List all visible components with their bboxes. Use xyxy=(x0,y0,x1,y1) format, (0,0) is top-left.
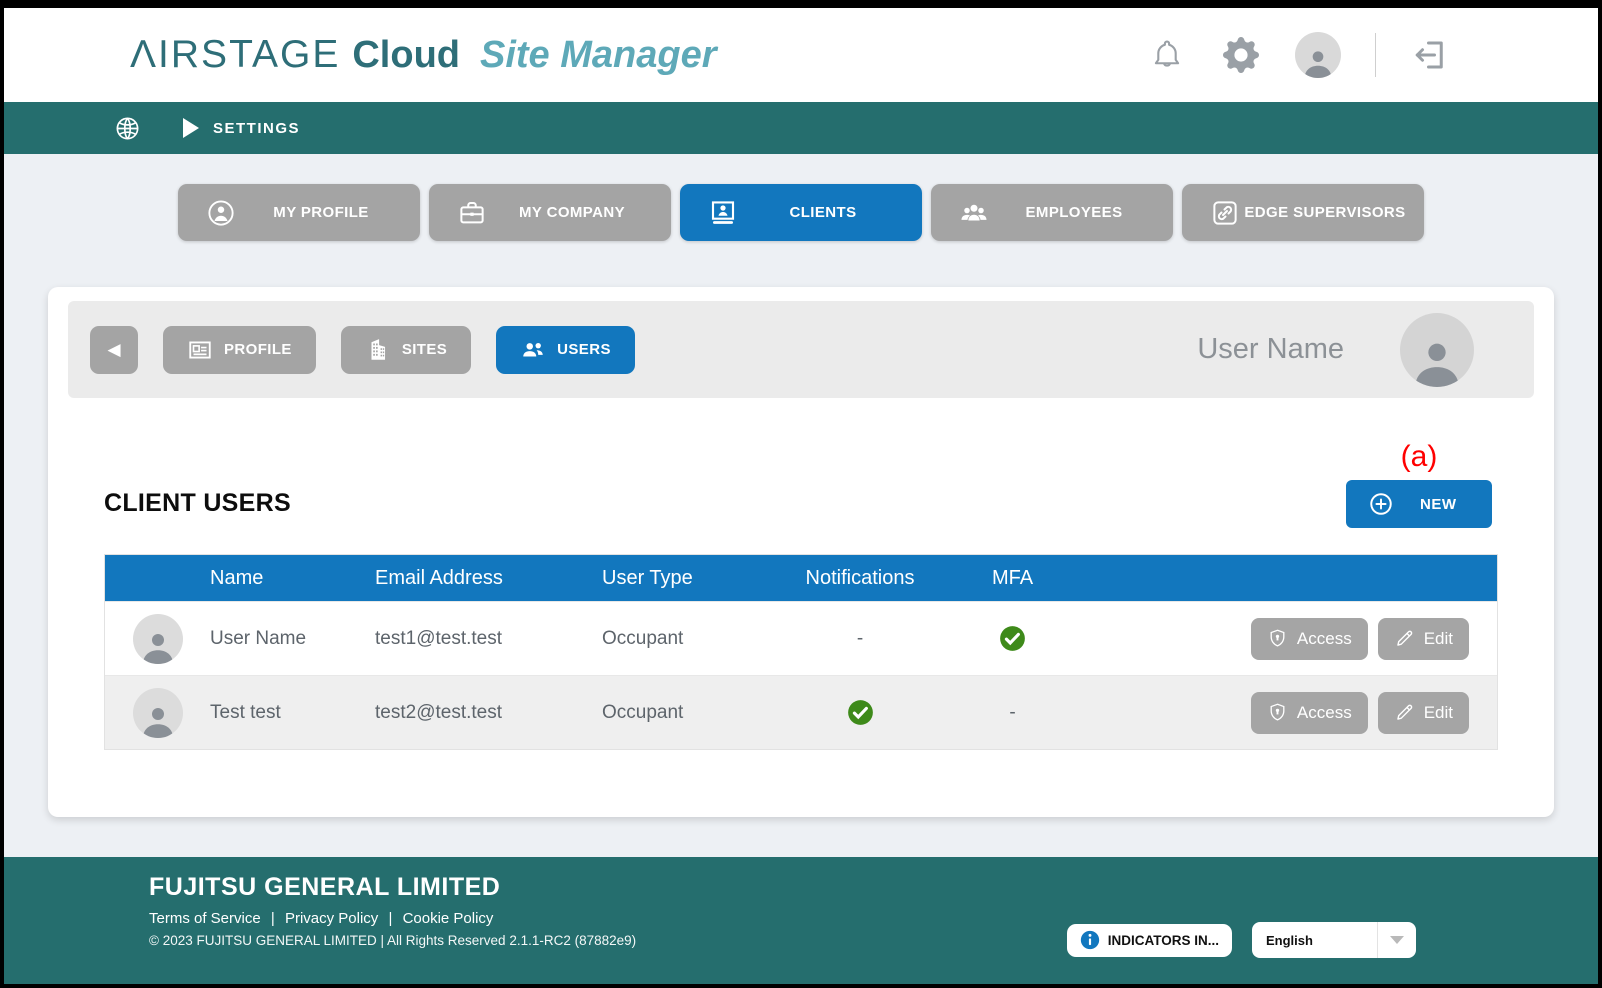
col-header-name: Name xyxy=(210,567,375,590)
cell-mfa xyxy=(960,625,1065,652)
cell-notifications xyxy=(760,699,960,726)
footer: FUJITSU GENERAL LIMITED Terms of Service… xyxy=(4,857,1598,984)
info-icon xyxy=(1080,930,1100,950)
back-arrow-icon: ◀ xyxy=(107,340,120,360)
app-window: ΛIRSTAGE Cloud Site Manager xyxy=(0,0,1602,988)
subtab-users[interactable]: USERS xyxy=(496,326,635,374)
gear-icon[interactable] xyxy=(1221,35,1261,75)
cell-email: test1@test.test xyxy=(375,628,602,650)
client-name: User Name xyxy=(1197,333,1344,366)
link-separator: | xyxy=(388,910,392,927)
new-button[interactable]: NEW xyxy=(1346,480,1492,528)
language-select[interactable]: English xyxy=(1252,922,1416,958)
edge-link-icon xyxy=(1210,198,1240,228)
table-body: User Name test1@test.test Occupant - Acc… xyxy=(105,601,1497,749)
main-area: MY PROFILE MY COMPANY CLIENTS xyxy=(4,154,1598,857)
link-separator: | xyxy=(271,910,275,927)
footer-link[interactable]: Cookie Policy xyxy=(403,910,494,927)
client-subtab-bar: ◀ PROFILE xyxy=(68,301,1534,398)
plus-circle-icon xyxy=(1368,491,1394,517)
building-icon xyxy=(365,337,391,363)
briefcase-icon xyxy=(457,198,487,228)
pencil-icon xyxy=(1394,702,1415,723)
header-divider xyxy=(1375,33,1376,77)
cell-mfa: - xyxy=(960,702,1065,724)
tab-clients[interactable]: CLIENTS xyxy=(680,184,922,241)
tab-edge-supervisors[interactable]: EDGE SUPERVISORS xyxy=(1182,184,1424,241)
tab-my-company[interactable]: MY COMPANY xyxy=(429,184,671,241)
col-header-notifications: Notifications xyxy=(760,567,960,590)
clients-card: ◀ PROFILE xyxy=(48,287,1554,817)
indicators-button[interactable]: INDICATORS IN... xyxy=(1067,924,1232,957)
breadcrumb-arrow-icon xyxy=(183,118,199,138)
chevron-down-icon xyxy=(1378,936,1416,944)
access-button[interactable]: Access xyxy=(1251,692,1368,734)
row-avatar xyxy=(133,614,183,664)
footer-link[interactable]: Privacy Policy xyxy=(285,910,378,927)
top-header: ΛIRSTAGE Cloud Site Manager xyxy=(4,8,1598,102)
check-circle-icon xyxy=(847,699,874,726)
client-users-table: Name Email Address User Type Notificatio… xyxy=(104,554,1498,750)
people-group-icon xyxy=(959,198,989,228)
client-avatar xyxy=(1400,313,1474,387)
check-circle-icon xyxy=(999,625,1026,652)
id-card-icon xyxy=(187,337,213,363)
logout-icon[interactable] xyxy=(1410,35,1450,75)
language-selected: English xyxy=(1252,933,1377,948)
cell-name: User Name xyxy=(210,628,375,650)
subtab-profile[interactable]: PROFILE xyxy=(163,326,316,374)
settings-tabs: MY PROFILE MY COMPANY CLIENTS xyxy=(4,184,1598,241)
col-header-mfa: MFA xyxy=(960,567,1065,590)
cell-name: Test test xyxy=(210,702,375,724)
logo-cloud: Cloud xyxy=(352,34,460,77)
shield-lock-icon xyxy=(1267,628,1288,649)
edit-button[interactable]: Edit xyxy=(1378,692,1469,734)
logo-site-manager: Site Manager xyxy=(480,34,717,77)
table-row: User Name test1@test.test Occupant - Acc… xyxy=(105,601,1497,675)
app-logo: ΛIRSTAGE Cloud Site Manager xyxy=(130,33,717,77)
edit-button[interactable]: Edit xyxy=(1378,618,1469,660)
logo-airstage: ΛIRSTAGE xyxy=(130,33,340,77)
bell-icon[interactable] xyxy=(1147,35,1187,75)
col-header-email: Email Address xyxy=(375,567,602,590)
footer-link[interactable]: Terms of Service xyxy=(149,910,261,927)
col-header-user-type: User Type xyxy=(602,567,760,590)
back-button[interactable]: ◀ xyxy=(90,326,138,374)
tab-my-profile[interactable]: MY PROFILE xyxy=(178,184,420,241)
table-header-row: Name Email Address User Type Notificatio… xyxy=(105,555,1497,601)
cell-email: test2@test.test xyxy=(375,702,602,724)
pencil-icon xyxy=(1394,628,1415,649)
settings-breadcrumb-bar: SETTINGS xyxy=(4,102,1598,154)
tab-employees[interactable]: EMPLOYEES xyxy=(931,184,1173,241)
page-title: CLIENT USERS xyxy=(104,489,291,528)
client-badge-icon xyxy=(708,198,738,228)
user-avatar-icon[interactable] xyxy=(1295,32,1341,78)
globe-icon[interactable] xyxy=(114,115,141,142)
person-circle-icon xyxy=(206,198,236,228)
cell-user-type: Occupant xyxy=(602,702,760,724)
breadcrumb-settings: SETTINGS xyxy=(213,120,300,137)
access-button[interactable]: Access xyxy=(1251,618,1368,660)
row-avatar xyxy=(133,688,183,738)
annotation-a: (a) xyxy=(1401,442,1438,472)
footer-company: FUJITSU GENERAL LIMITED xyxy=(149,873,1598,902)
users-icon xyxy=(520,337,546,363)
subtab-sites[interactable]: SITES xyxy=(341,326,471,374)
table-row: Test test test2@test.test Occupant - Acc… xyxy=(105,675,1497,749)
cell-user-type: Occupant xyxy=(602,628,760,650)
cell-notifications: - xyxy=(760,628,960,650)
shield-lock-icon xyxy=(1267,702,1288,723)
